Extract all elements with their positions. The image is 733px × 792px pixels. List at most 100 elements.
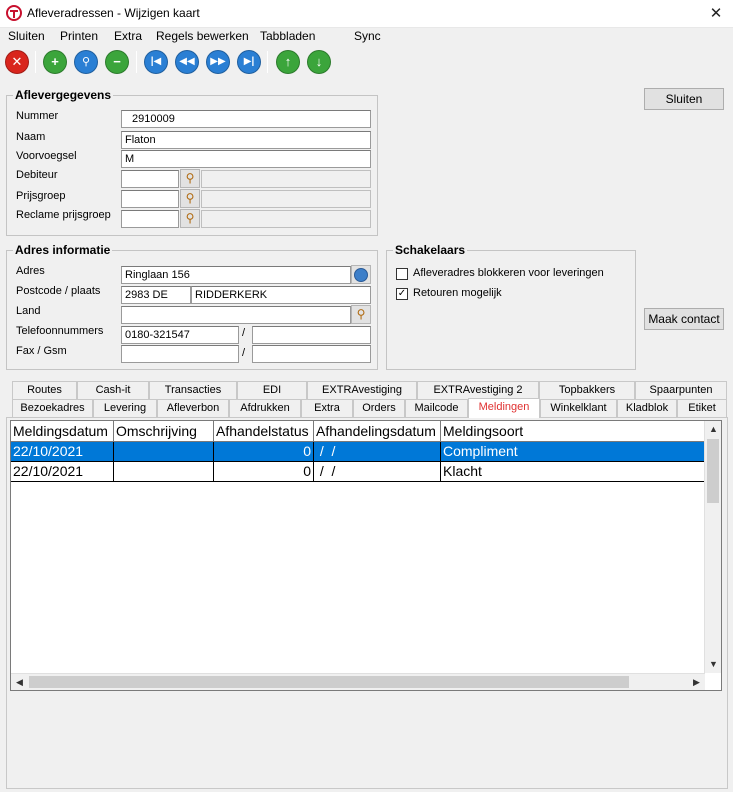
minus-button[interactable]: − <box>105 50 129 74</box>
plaats-field[interactable]: RIDDERKERK <box>191 286 371 304</box>
close-window-button[interactable]: ✕ <box>699 0 733 28</box>
meldingen-grid[interactable]: Meldingsdatum Omschrijving Afhandelstatu… <box>10 420 722 691</box>
scroll-left-arrow-icon[interactable]: ◀ <box>11 674 28 691</box>
menu-bar: Sluiten Printen Extra Regels bewerken Ta… <box>0 28 733 46</box>
tab-kladblok[interactable]: Kladblok <box>617 399 677 417</box>
tab-extravestiging[interactable]: EXTRAvestiging <box>307 381 417 399</box>
menu-extra[interactable]: Extra <box>114 29 142 43</box>
tab-orders[interactable]: Orders <box>353 399 405 417</box>
column-header-meldingsdatum[interactable]: Meldingsdatum <box>11 421 114 442</box>
blokkeren-checkbox[interactable] <box>396 268 408 280</box>
tab-bezoekadres[interactable]: Bezoekadres <box>12 399 93 417</box>
scroll-right-arrow-icon[interactable]: ▶ <box>688 674 705 691</box>
tab-etiket[interactable]: Etiket <box>677 399 727 417</box>
fax-field[interactable] <box>121 345 239 363</box>
cell-afhandelstatus[interactable]: 0 <box>214 462 314 482</box>
retouren-checkbox[interactable]: ✓ <box>396 288 408 300</box>
prijsgroep-search-button[interactable]: ⚲ <box>180 189 200 208</box>
column-header-meldingsoort[interactable]: Meldingsoort <box>441 421 705 442</box>
cell-afhandelingsdatum[interactable]: / / <box>314 462 441 482</box>
tab-levering[interactable]: Levering <box>93 399 157 417</box>
search-icon: ⚲ <box>356 307 366 321</box>
tab-extra[interactable]: Extra <box>301 399 353 417</box>
tab-cash-it[interactable]: Cash-it <box>77 381 149 399</box>
search-icon: ⚲ <box>185 211 195 225</box>
previous-record-button[interactable]: ◀◀ <box>175 50 199 74</box>
adres-field[interactable]: Ringlaan 156 <box>121 266 351 284</box>
telefoon1-field[interactable]: 0180-321547 <box>121 326 239 344</box>
tab-spaarpunten[interactable]: Spaarpunten <box>635 381 727 399</box>
land-field[interactable] <box>121 306 351 324</box>
first-record-button[interactable]: |◀ <box>144 50 168 74</box>
cell-omschrijving[interactable] <box>114 462 214 482</box>
cell-afhandelingsdatum[interactable]: / / <box>314 442 441 462</box>
column-header-omschrijving[interactable]: Omschrijving <box>114 421 214 442</box>
search-icon: ⚲ <box>185 171 195 185</box>
menu-sluiten[interactable]: Sluiten <box>8 29 45 43</box>
scroll-thumb[interactable] <box>29 676 629 688</box>
debiteur-search-button[interactable]: ⚲ <box>180 169 200 188</box>
tab-winkelklant[interactable]: Winkelklant <box>540 399 617 417</box>
column-header-afhandelingsdatum[interactable]: Afhandelingsdatum <box>314 421 441 442</box>
debiteur-field[interactable] <box>121 170 179 188</box>
sluiten-button[interactable]: Sluiten <box>644 88 724 110</box>
group-title: Adres informatie <box>13 243 113 257</box>
move-down-button[interactable]: ↓ <box>307 50 331 74</box>
last-record-button[interactable]: ▶| <box>237 50 261 74</box>
vertical-scrollbar[interactable]: ▲ ▼ <box>704 421 721 673</box>
search-button[interactable]: ⚲ <box>74 50 98 74</box>
horizontal-scrollbar[interactable]: ◀ ▶ <box>11 673 705 690</box>
debiteur-description <box>201 170 371 188</box>
label-nummer: Nummer <box>16 110 59 122</box>
menu-tabbladen[interactable]: Tabbladen <box>260 29 315 43</box>
postcode-field[interactable]: 2983 DE <box>121 286 191 304</box>
cell-meldingsoort[interactable]: Klacht <box>441 462 705 482</box>
telefoon2-field[interactable] <box>252 326 371 344</box>
delete-button[interactable]: ✕ <box>5 50 29 74</box>
cell-meldingsoort[interactable]: Compliment <box>441 442 705 462</box>
naam-field[interactable]: Flaton <box>121 131 371 149</box>
label-postcode-plaats: Postcode / plaats <box>16 285 101 297</box>
reclame-prijsgroep-field[interactable] <box>121 210 179 228</box>
tab-afdrukken[interactable]: Afdrukken <box>229 399 301 417</box>
menu-sync[interactable]: Sync <box>354 29 381 43</box>
nummer-field[interactable]: 2910009 <box>121 110 371 128</box>
globe-icon <box>354 268 368 282</box>
tab-topbakkers[interactable]: Topbakkers <box>539 381 635 399</box>
tab-meldingen[interactable]: Meldingen <box>468 398 540 418</box>
tab-mailcode[interactable]: Mailcode <box>405 399 468 417</box>
voorvoegsel-field[interactable]: M <box>121 150 371 168</box>
menu-printen[interactable]: Printen <box>60 29 98 43</box>
label-land: Land <box>16 305 41 317</box>
cell-meldingsdatum[interactable]: 22/10/2021 <box>11 442 114 462</box>
skip-last-icon: ▶| <box>243 56 255 67</box>
blokkeren-label: Afleveradres blokkeren voor leveringen <box>413 267 604 279</box>
cell-meldingsdatum[interactable]: 22/10/2021 <box>11 462 114 482</box>
toolbar-separator <box>35 51 36 73</box>
move-up-button[interactable]: ↑ <box>276 50 300 74</box>
magnifier-icon: ⚲ <box>81 56 91 68</box>
cell-omschrijving[interactable] <box>114 442 214 462</box>
scroll-up-arrow-icon[interactable]: ▲ <box>705 421 722 438</box>
add-button[interactable]: + <box>43 50 67 74</box>
column-header-afhandelstatus[interactable]: Afhandelstatus <box>214 421 314 442</box>
globe-lookup-button[interactable] <box>351 265 371 284</box>
gsm-field[interactable] <box>252 345 371 363</box>
prijsgroep-field[interactable] <box>121 190 179 208</box>
plus-icon: + <box>51 54 59 69</box>
scroll-thumb[interactable] <box>707 439 719 503</box>
scroll-down-arrow-icon[interactable]: ▼ <box>705 656 722 673</box>
cell-afhandelstatus[interactable]: 0 <box>214 442 314 462</box>
next-record-button[interactable]: ▶▶ <box>206 50 230 74</box>
maak-contact-button[interactable]: Maak contact <box>644 308 724 330</box>
reclame-prijsgroep-search-button[interactable]: ⚲ <box>180 209 200 228</box>
tab-extravestiging-2[interactable]: EXTRAvestiging 2 <box>417 381 539 399</box>
minus-icon: − <box>113 54 121 69</box>
land-search-button[interactable]: ⚲ <box>351 305 371 324</box>
tab-transacties[interactable]: Transacties <box>149 381 237 399</box>
tab-afleverbon[interactable]: Afleverbon <box>157 399 229 417</box>
tab-routes[interactable]: Routes <box>12 381 77 399</box>
tab-edi[interactable]: EDI <box>237 381 307 399</box>
label-telefoonnummers: Telefoonnummers <box>16 325 104 337</box>
menu-regels-bewerken[interactable]: Regels bewerken <box>156 29 249 43</box>
